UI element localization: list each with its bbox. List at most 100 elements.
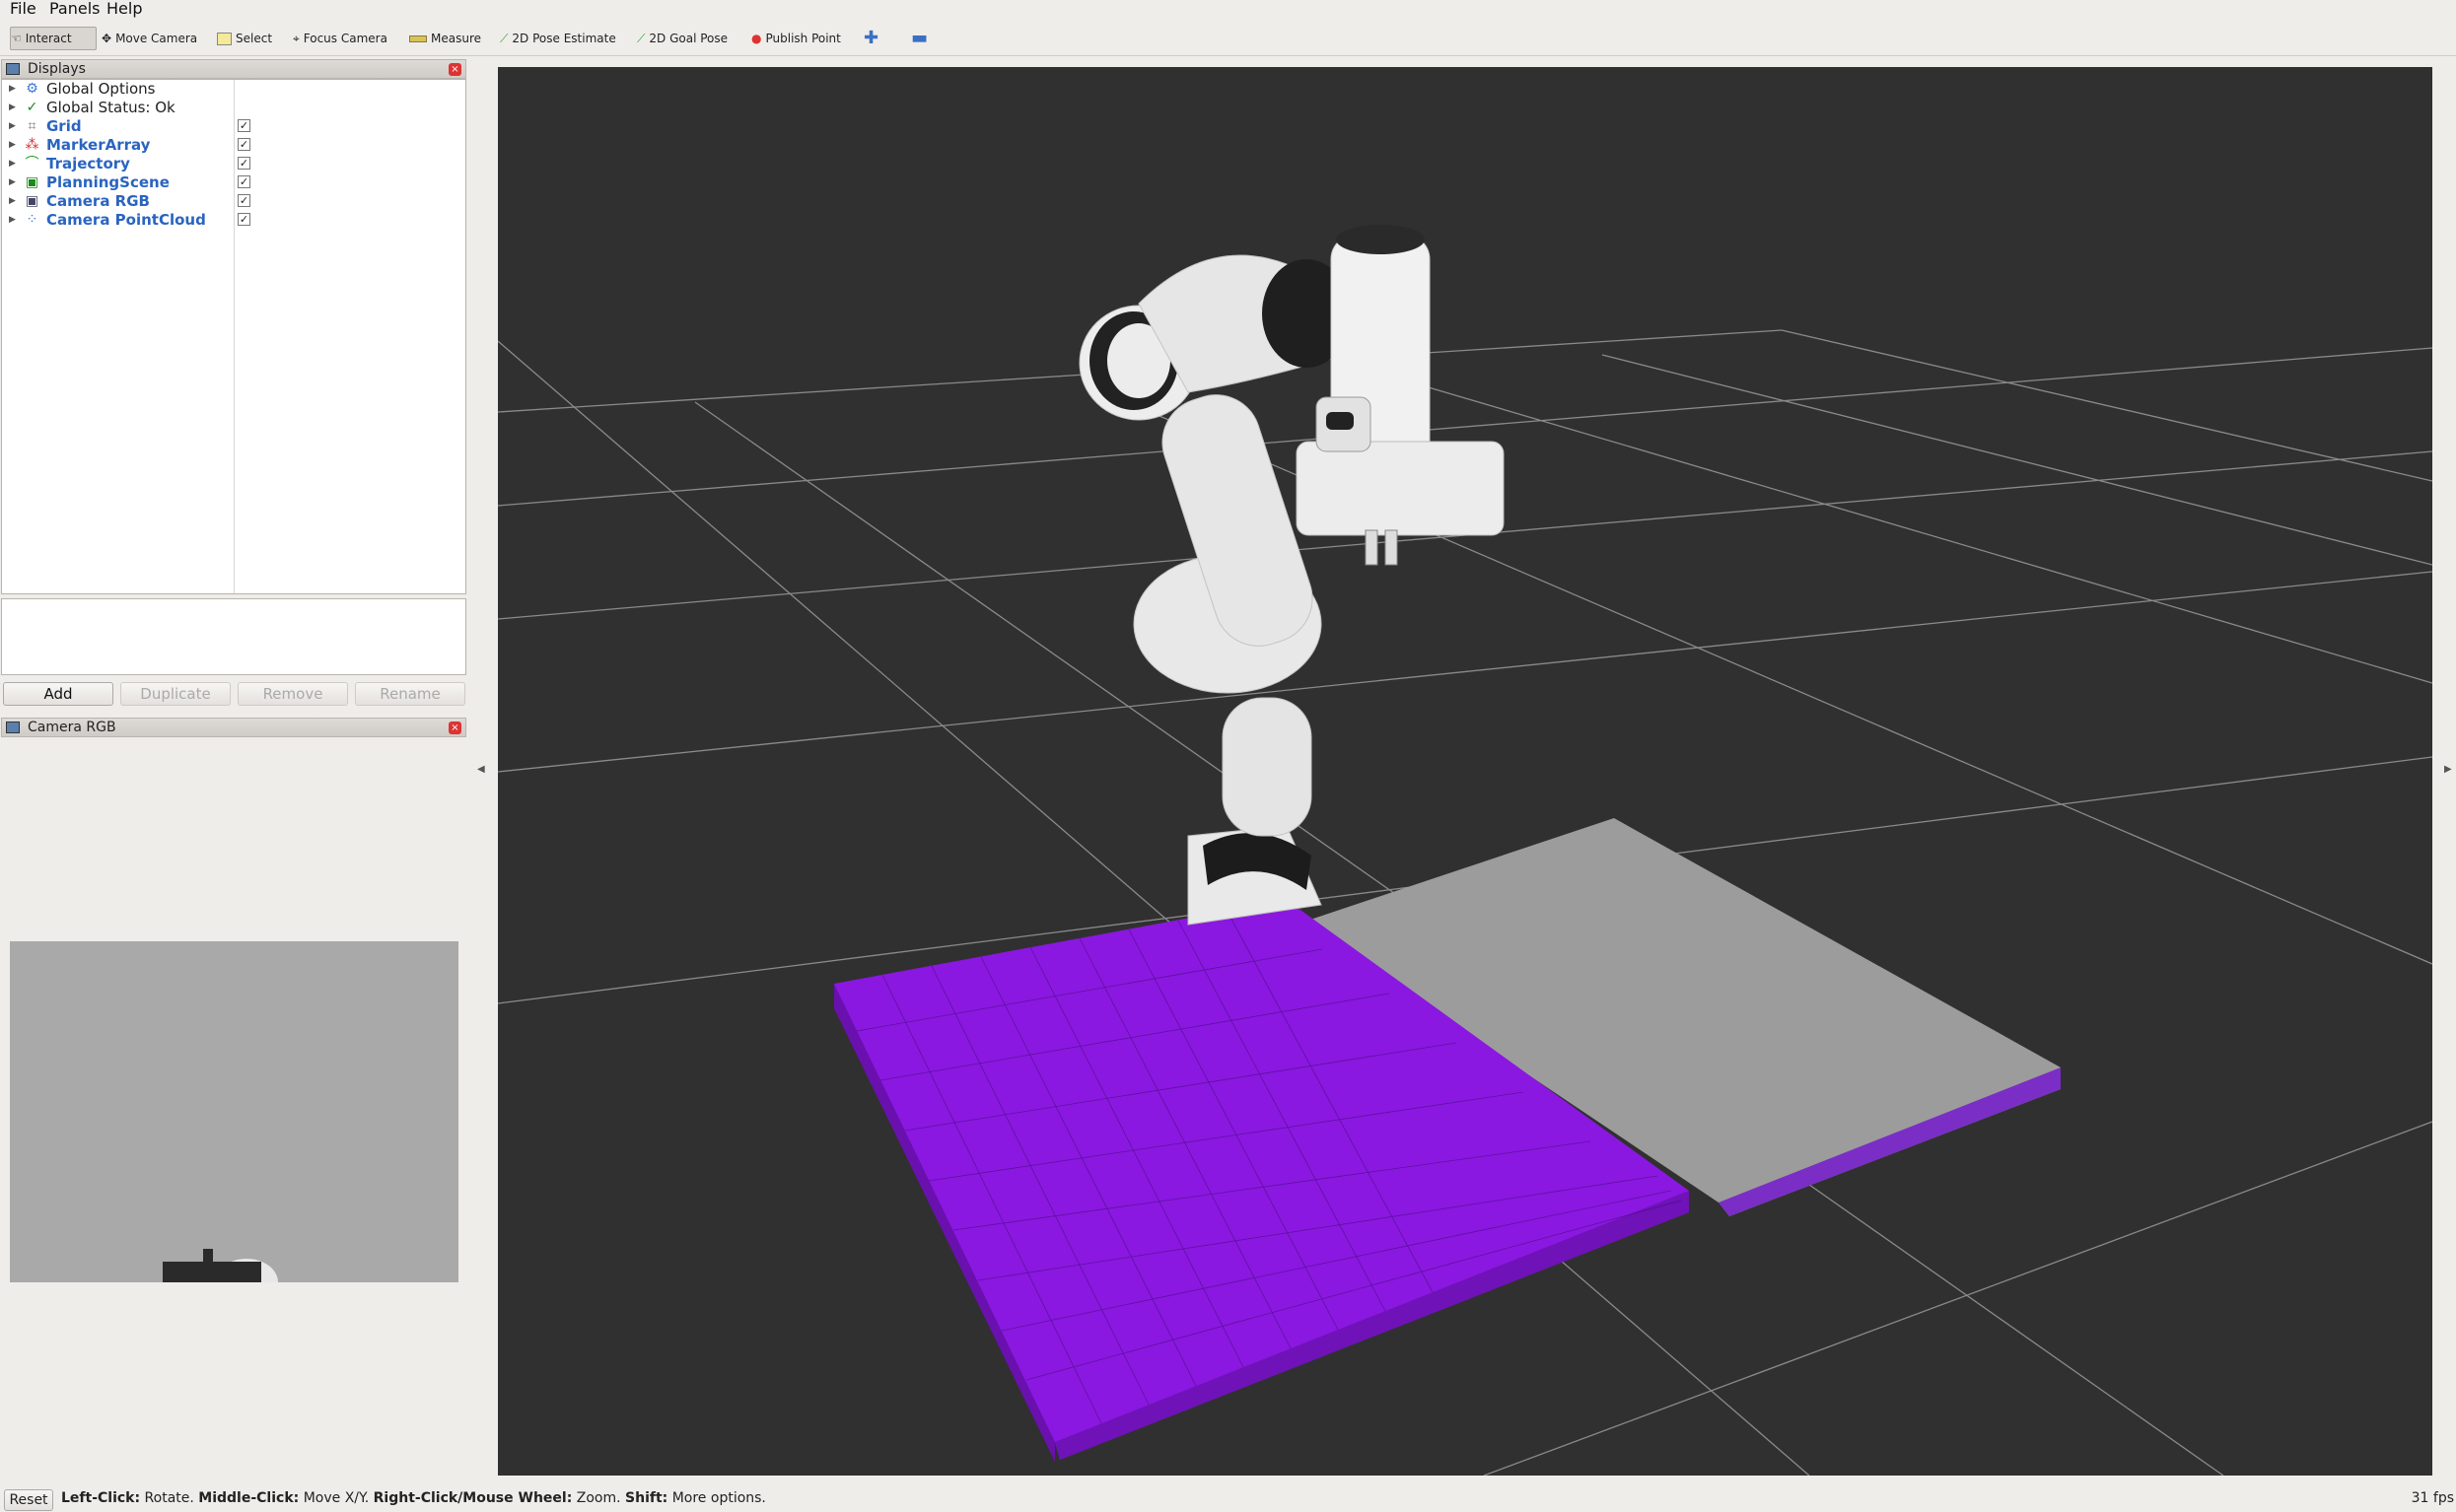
enabled-checkbox[interactable]: ✓ <box>238 213 250 226</box>
pose-estimate-label: 2D Pose Estimate <box>512 32 616 45</box>
move-camera-label: Move Camera <box>115 32 198 45</box>
goal-pose-tool-button[interactable]: ⟋ 2D Goal Pose <box>637 27 728 50</box>
expand-arrow-icon[interactable]: ▶ <box>9 155 16 173</box>
tree-item-label: MarkerArray <box>46 136 151 154</box>
tree-item-global-options[interactable]: ▶ ⚙ Global Options <box>2 80 465 99</box>
close-icon[interactable]: × <box>449 63 461 76</box>
hint-shift-value: More options. <box>667 1490 766 1506</box>
splitter-collapse-icon[interactable]: ▶ <box>2444 764 2452 775</box>
enabled-checkbox[interactable]: ✓ <box>238 175 250 188</box>
goal-pose-label: 2D Goal Pose <box>649 32 729 45</box>
minus-icon[interactable]: ▬ <box>911 30 928 47</box>
hint-shift-key: Shift: <box>625 1490 668 1506</box>
camera-image <box>10 941 458 1282</box>
expand-arrow-icon[interactable]: ▶ <box>9 80 16 99</box>
camera-panel-title: Camera RGB <box>28 720 116 735</box>
tree-item-camera-pointcloud[interactable]: ▶ ⁘ Camera PointCloud ✓ <box>2 211 465 230</box>
tree-item-label: Camera RGB <box>46 192 150 210</box>
pose-estimate-tool-button[interactable]: ⟋ 2D Pose Estimate <box>500 27 616 50</box>
tree-item-planningscene[interactable]: ▶ ▣ PlanningScene ✓ <box>2 173 465 192</box>
move-icon: ✥ <box>102 32 112 45</box>
status-bar: Reset Left-Click: Rotate. Middle-Click: … <box>0 1486 2456 1512</box>
move-camera-tool-button[interactable]: ✥ Move Camera <box>102 27 197 50</box>
menu-panels[interactable]: Panels <box>49 0 101 18</box>
rename-button[interactable]: Rename <box>355 682 465 706</box>
menu-help[interactable]: Help <box>106 0 142 18</box>
reset-button[interactable]: Reset <box>4 1489 53 1511</box>
tree-item-label: Trajectory <box>46 155 130 172</box>
tree-item-label: PlanningScene <box>46 173 170 191</box>
expand-arrow-icon[interactable]: ▶ <box>9 173 16 192</box>
tree-item-markerarray[interactable]: ▶ ⁂ MarkerArray ✓ <box>2 136 465 155</box>
toolbar: ☜ Interact ✥ Move Camera Select ⌖ Focus Cam… <box>0 22 2456 56</box>
hint-right-click-key: Right-Click/Mouse Wheel: <box>373 1490 573 1506</box>
hint-right-click-value: Zoom. <box>572 1490 626 1506</box>
publish-point-tool-button[interactable]: ● Publish Point <box>751 27 841 50</box>
map-pin-icon: ● <box>751 32 762 45</box>
tree-item-label: Global Status: Ok <box>46 99 175 116</box>
tree-item-camera-rgb[interactable]: ▶ ▣ Camera RGB ✓ <box>2 192 465 211</box>
pointcloud-icon: ⁘ <box>26 212 38 228</box>
marker-icon: ⁂ <box>25 137 39 153</box>
add-button[interactable]: Add <box>3 682 113 706</box>
camera-icon <box>6 722 20 733</box>
planning-scene-icon: ▣ <box>25 174 39 190</box>
interact-label: Interact <box>25 32 72 45</box>
enabled-checkbox[interactable]: ✓ <box>238 119 250 132</box>
measure-tool-button[interactable]: Measure <box>409 27 481 50</box>
trajectory-icon: ⌒ <box>25 156 39 172</box>
tree-item-label: Grid <box>46 117 82 135</box>
hint-left-click-value: Rotate. <box>140 1490 199 1506</box>
menu-file[interactable]: File <box>10 0 36 18</box>
expand-arrow-icon[interactable]: ▶ <box>9 211 16 230</box>
enabled-checkbox[interactable]: ✓ <box>238 157 250 170</box>
remove-button[interactable]: Remove <box>238 682 348 706</box>
green-arrow-icon: ⟋ <box>637 31 646 45</box>
hint-middle-click-value: Move X/Y. <box>299 1490 374 1506</box>
property-description-area <box>1 598 466 675</box>
gear-icon: ⚙ <box>26 81 38 97</box>
displays-tree: ▶ ⚙ Global Options ▶ ✓ Global Status: Ok… <box>1 79 466 594</box>
3d-viewport[interactable] <box>498 67 2432 1476</box>
close-icon[interactable]: × <box>449 722 461 734</box>
expand-arrow-icon[interactable]: ▶ <box>9 117 16 136</box>
enabled-checkbox[interactable]: ✓ <box>238 138 250 151</box>
ruler-icon <box>409 34 427 42</box>
focus-camera-label: Focus Camera <box>303 32 387 45</box>
enabled-checkbox[interactable]: ✓ <box>238 194 250 207</box>
expand-arrow-icon[interactable]: ▶ <box>9 99 16 117</box>
publish-point-label: Publish Point <box>765 32 841 45</box>
select-label: Select <box>236 32 273 45</box>
expand-arrow-icon[interactable]: ▶ <box>9 192 16 211</box>
displays-panel-title: Displays <box>28 61 86 77</box>
focus-camera-tool-button[interactable]: ⌖ Focus Camera <box>293 27 387 50</box>
expand-arrow-icon[interactable]: ▶ <box>9 136 16 155</box>
tree-item-label: Global Options <box>46 80 156 98</box>
measure-label: Measure <box>431 32 481 45</box>
camera-icon: ▣ <box>25 193 39 209</box>
tree-item-label: Camera PointCloud <box>46 211 206 229</box>
monitor-icon <box>6 63 20 75</box>
fps-counter: 31 fps <box>2411 1490 2454 1506</box>
robot-arm <box>1079 225 1505 926</box>
tree-item-trajectory[interactable]: ▶ ⌒ Trajectory ✓ <box>2 155 465 173</box>
select-tool-button[interactable]: Select <box>217 27 272 50</box>
displays-panel-header: Displays × <box>1 59 466 79</box>
splitter-collapse-icon[interactable]: ◀ <box>477 764 485 775</box>
mouse-hint-text: Left-Click: Rotate. Middle-Click: Move X… <box>61 1490 766 1506</box>
3d-scene <box>498 225 2432 1476</box>
duplicate-button[interactable]: Duplicate <box>120 682 231 706</box>
hint-left-click-key: Left-Click: <box>61 1490 141 1506</box>
grid-icon: ⌗ <box>28 118 36 134</box>
tree-item-grid[interactable]: ▶ ⌗ Grid ✓ <box>2 117 465 136</box>
select-icon <box>217 32 232 45</box>
focus-icon: ⌖ <box>293 31 300 45</box>
tree-item-global-status[interactable]: ▶ ✓ Global Status: Ok <box>2 99 465 117</box>
hand-icon: ☜ <box>11 32 22 45</box>
hint-middle-click-key: Middle-Click: <box>198 1490 300 1506</box>
plus-icon[interactable]: ✚ <box>864 30 878 47</box>
menu-bar: File Panels Help <box>0 0 2456 18</box>
interact-tool-button[interactable]: ☜ Interact <box>10 27 97 50</box>
camera-panel-header: Camera RGB × <box>1 718 466 737</box>
check-icon: ✓ <box>26 100 38 115</box>
